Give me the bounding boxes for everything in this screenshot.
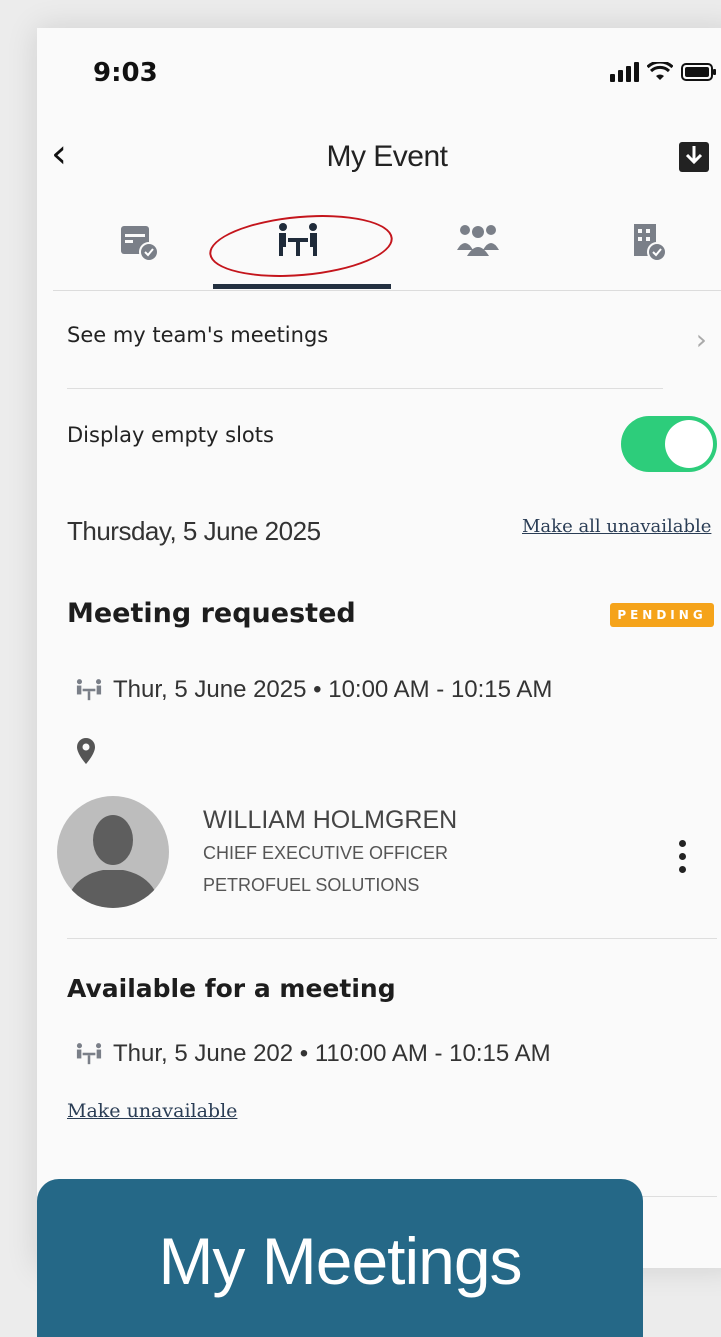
meeting-table-icon: [76, 679, 102, 701]
signal-icon: [610, 62, 639, 82]
available-title: Available for a meeting: [67, 974, 396, 1003]
team-meetings-label: See my team's meetings: [67, 323, 329, 347]
status-bar: 9:03: [37, 28, 721, 118]
download-icon[interactable]: [679, 138, 709, 172]
divider: [67, 388, 663, 389]
location-pin-icon: [77, 738, 95, 764]
people-icon: [457, 225, 499, 256]
team-meetings-row[interactable]: See my team's meetings ›: [67, 323, 707, 363]
avatar[interactable]: [57, 796, 169, 908]
chevron-right-icon: ›: [695, 323, 707, 356]
wifi-icon: [647, 62, 673, 80]
contact-role: CHIEF EXECUTIVE OFFICER: [203, 843, 449, 863]
status-badge: PENDING: [610, 603, 714, 627]
more-options-icon[interactable]: [679, 840, 687, 879]
contact-name: WILLIAM HOLMGREN: [203, 806, 458, 834]
empty-slots-label: Display empty slots: [67, 423, 274, 447]
contact-company: PETROFUEL SOLUTIONS: [203, 875, 420, 895]
divider: [67, 938, 717, 939]
meeting-table-icon: [76, 1043, 102, 1065]
day-heading: Thursday, 5 June 2025: [67, 516, 321, 546]
calendar-check-icon: [121, 226, 159, 262]
meeting-time: Thur, 5 June 2025 • 10:00 AM - 10:15 AM: [113, 676, 553, 703]
meeting-time-row: Thur, 5 June 2025 • 10:00 AM - 10:15 AM: [75, 676, 552, 704]
active-tab-indicator: [213, 284, 391, 289]
nav-bar: ‹ My Event: [37, 128, 721, 188]
battery-icon: [681, 63, 716, 81]
tab-people[interactable]: [393, 214, 563, 290]
make-unavailable-link[interactable]: Make unavailable: [67, 1100, 237, 1122]
available-time: Thur, 5 June 202 • 110:00 AM - 10:15 AM: [113, 1040, 551, 1067]
empty-slots-toggle[interactable]: [621, 416, 717, 472]
phone-screen: 9:03 ‹ My Event See my team's meetings ›…: [37, 28, 721, 1268]
building-check-icon: [634, 224, 667, 262]
available-time-row: Thur, 5 June 202 • 110:00 AM - 10:15 AM: [75, 1040, 551, 1068]
person-silhouette-icon: [65, 815, 161, 908]
banner-title: My Meetings: [158, 1224, 522, 1298]
make-all-unavailable-link[interactable]: Make all unavailable: [522, 516, 711, 537]
status-time: 9:03: [93, 58, 158, 88]
tab-bar: [53, 214, 721, 291]
caption-banner: My Meetings: [37, 1179, 643, 1337]
toggle-knob: [665, 420, 713, 468]
empty-slots-row: Display empty slots: [67, 423, 707, 483]
meeting-requested-title: Meeting requested: [67, 598, 356, 629]
page-title: My Event: [326, 140, 448, 173]
tab-venue[interactable]: [563, 214, 721, 290]
status-icons: [610, 62, 717, 82]
tab-calendar[interactable]: [53, 214, 223, 290]
